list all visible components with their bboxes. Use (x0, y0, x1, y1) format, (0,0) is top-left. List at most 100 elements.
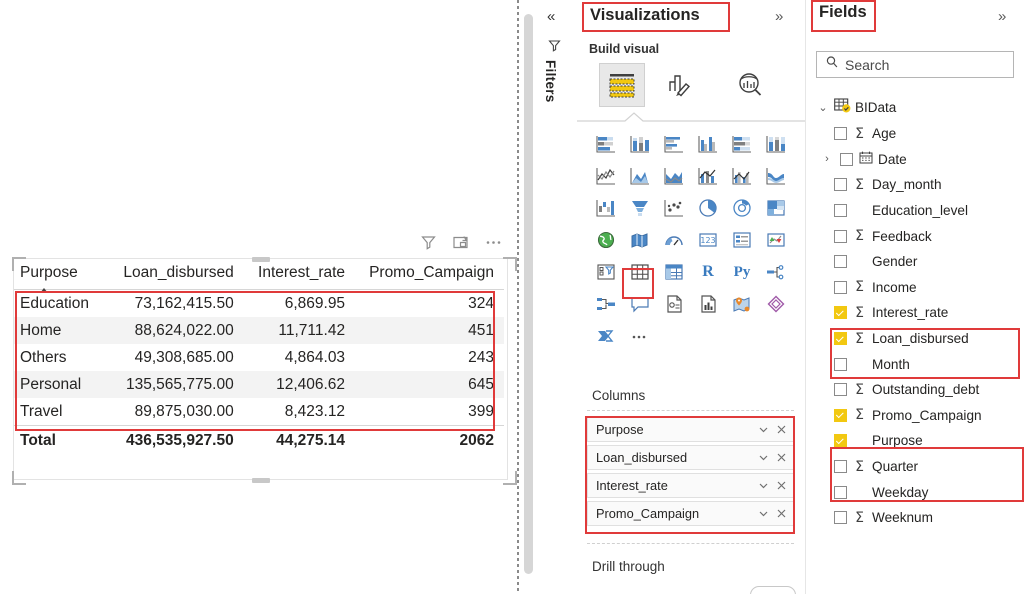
field-checkbox[interactable] (834, 255, 847, 269)
well-item[interactable]: Purpose (587, 417, 794, 442)
expand-fields-icon[interactable]: » (998, 8, 1006, 25)
viz-slicer-icon[interactable] (589, 256, 623, 288)
chevron-down-icon[interactable] (758, 452, 769, 463)
viz-multi-row-card-icon[interactable] (725, 224, 759, 256)
field-checkbox[interactable] (834, 434, 847, 448)
well-item[interactable]: Promo_Campaign (587, 501, 794, 526)
report-canvas[interactable]: Purpose Loan_disbursed Interest_rate Pro… (0, 0, 518, 594)
fields-table-node[interactable]: ⌄ BIData (814, 94, 1022, 121)
build-visual-tab[interactable] (599, 63, 645, 107)
column-header-purpose[interactable]: Purpose (14, 260, 112, 290)
viz-matrix-icon[interactable] (657, 256, 691, 288)
field-checkbox[interactable] (834, 408, 847, 422)
field-checkbox[interactable] (834, 460, 847, 474)
field-checkbox[interactable] (834, 511, 847, 525)
column-header-promo-campaign[interactable]: Promo_Campaign (357, 260, 504, 290)
well-item[interactable]: Loan_disbursed (587, 445, 794, 470)
viz-stacked-area-chart-icon[interactable] (657, 160, 691, 192)
remove-field-icon[interactable] (776, 424, 787, 435)
viz-funnel-chart-icon[interactable] (623, 192, 657, 224)
field-row-day-month[interactable]: Σ Day_month (814, 172, 1022, 198)
well-item[interactable]: Interest_rate (587, 473, 794, 498)
viz-waterfall-chart-icon[interactable] (589, 192, 623, 224)
viz-treemap-icon[interactable] (759, 192, 793, 224)
viz-clustered-column-chart-icon[interactable] (691, 128, 725, 160)
visual-data-table[interactable]: Purpose Loan_disbursed Interest_rate Pro… (14, 260, 504, 456)
column-header-loan-disbursed[interactable]: Loan_disbursed (112, 260, 244, 290)
viz-more-visuals-icon[interactable] (623, 320, 657, 352)
remove-field-icon[interactable] (776, 508, 787, 519)
format-visual-tab[interactable] (645, 63, 715, 107)
viz-ribbon-chart-icon[interactable] (759, 160, 793, 192)
viz-stacked-column-chart-icon[interactable] (623, 128, 657, 160)
viz-area-chart-icon[interactable] (623, 160, 657, 192)
canvas-scrollbar[interactable] (524, 14, 533, 574)
viz-card-icon[interactable]: 123 (691, 224, 725, 256)
field-row-weeknum[interactable]: Σ Weeknum (814, 505, 1022, 531)
table-row[interactable]: Home 88,624,022.00 11,711.42 451 (14, 317, 504, 344)
expand-visualizations-icon[interactable]: » (775, 8, 783, 25)
field-row-loan-disbursed[interactable]: Σ Loan_disbursed (814, 326, 1022, 352)
field-row-weekday[interactable]: Σ Weekday (814, 479, 1022, 505)
table-row[interactable]: Education 73,162,415.50 6,869.95 324 (14, 290, 504, 318)
viz-line-and-stacked-column-chart-icon[interactable] (691, 160, 725, 192)
viz-arcgis-maps-icon[interactable] (725, 288, 759, 320)
collapse-table-icon[interactable]: ⌄ (816, 101, 830, 114)
field-checkbox[interactable] (834, 178, 847, 192)
resize-handle-bottom[interactable] (252, 478, 270, 483)
field-checkbox[interactable] (840, 152, 853, 166)
field-row-outstanding-debt[interactable]: Σ Outstanding_debt (814, 377, 1022, 403)
field-row-age[interactable]: Σ Age (814, 121, 1022, 147)
viz-100-stacked-bar-chart-icon[interactable] (725, 128, 759, 160)
viz-line-and-clustered-column-chart-icon[interactable] (725, 160, 759, 192)
resize-handle-bottom-left[interactable] (12, 471, 26, 485)
viz-kpi-icon[interactable] (759, 224, 793, 256)
field-row-education-level[interactable]: Σ Education_level (814, 198, 1022, 224)
field-checkbox[interactable] (834, 229, 847, 243)
field-checkbox[interactable] (834, 383, 847, 397)
viz-decomposition-tree-icon[interactable] (759, 256, 793, 288)
viz-map-icon[interactable] (589, 224, 623, 256)
viz-r-script-visual-icon[interactable]: R (691, 256, 725, 288)
search-input[interactable]: Search (816, 51, 1014, 78)
remove-field-icon[interactable] (776, 452, 787, 463)
more-options-icon[interactable] (484, 234, 503, 251)
viz-scatter-chart-icon[interactable] (657, 192, 691, 224)
field-checkbox[interactable] (834, 357, 847, 371)
viz-gauge-icon[interactable] (657, 224, 691, 256)
filters-pane-collapsed[interactable]: « Filters (535, 0, 578, 594)
remove-field-icon[interactable] (776, 480, 787, 491)
column-header-interest-rate[interactable]: Interest_rate (243, 260, 358, 290)
viz-q-and-a-icon[interactable] (623, 288, 657, 320)
analytics-tab[interactable] (715, 63, 785, 107)
chevron-down-icon[interactable] (758, 508, 769, 519)
viz-paginated-report-icon[interactable] (657, 288, 691, 320)
viz-power-automate-icon[interactable] (589, 320, 623, 352)
field-row-income[interactable]: Σ Income (814, 275, 1022, 301)
field-row-gender[interactable]: Σ Gender (814, 249, 1022, 275)
field-row-interest-rate[interactable]: Σ Interest_rate (814, 300, 1022, 326)
viz-clustered-bar-chart-icon[interactable] (657, 128, 691, 160)
field-row-date[interactable]: › Date (814, 147, 1022, 173)
viz-smart-narrative-icon[interactable] (691, 288, 725, 320)
filter-icon[interactable] (420, 234, 437, 251)
field-row-promo-campaign[interactable]: Σ Promo_Campaign (814, 403, 1022, 429)
field-row-feedback[interactable]: Σ Feedback (814, 223, 1022, 249)
viz-stacked-bar-chart-icon[interactable] (589, 128, 623, 160)
collapse-filters-icon[interactable]: « (547, 8, 555, 25)
viz-line-chart-icon[interactable] (589, 160, 623, 192)
expand-date-hierarchy-icon[interactable]: › (820, 153, 834, 165)
field-checkbox[interactable] (834, 306, 847, 320)
field-checkbox[interactable] (834, 204, 847, 218)
viz-donut-chart-icon[interactable] (725, 192, 759, 224)
table-row[interactable]: Others 49,308,685.00 4,864.03 243 (14, 344, 504, 371)
viz-table-icon[interactable] (623, 256, 657, 288)
field-row-purpose[interactable]: Σ Purpose (814, 428, 1022, 454)
field-row-month[interactable]: Σ Month (814, 351, 1022, 377)
field-checkbox[interactable] (834, 127, 847, 141)
field-row-quarter[interactable]: Σ Quarter (814, 454, 1022, 480)
viz-power-apps-icon[interactable] (759, 288, 793, 320)
table-row[interactable]: Travel 89,875,030.00 8,423.12 399 (14, 398, 504, 426)
chevron-down-icon[interactable] (758, 480, 769, 491)
field-checkbox[interactable] (834, 485, 847, 499)
